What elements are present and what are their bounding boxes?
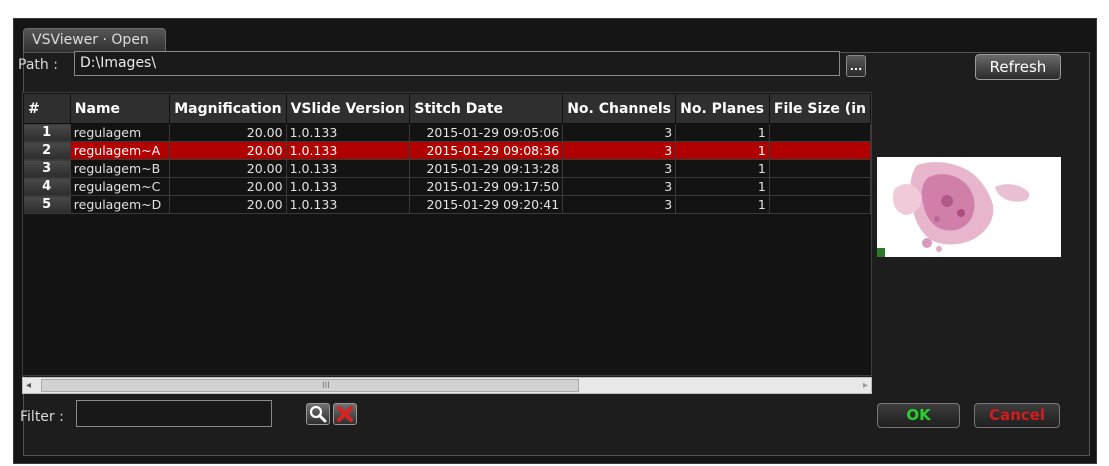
cell-stitch-date: 2015-01-29 09:20:41 (409, 195, 564, 214)
column-header-planes[interactable]: No. Planes (675, 93, 770, 124)
cell-stitch-date: 2015-01-29 09:17:50 (409, 177, 564, 196)
cell-channels: 3 (562, 159, 677, 178)
scroll-left-icon[interactable]: ◂ (26, 378, 31, 393)
cell-magnification: 20.00 (169, 159, 287, 178)
table-row[interactable]: 3 regulagem~B 20.00 1.0.133 2015-01-29 0… (23, 159, 871, 178)
path-label: Path : (18, 57, 58, 73)
cell-magnification: 20.00 (169, 141, 287, 160)
slide-thumbnail (877, 157, 1061, 257)
cell-version: 1.0.133 (286, 177, 411, 196)
cell-planes: 1 (675, 123, 770, 142)
cell-planes: 1 (675, 159, 770, 178)
cell-stitch-date: 2015-01-29 09:08:36 (409, 141, 564, 160)
cell-stitch-date: 2015-01-29 09:05:06 (409, 123, 564, 142)
filter-label: Filter : (20, 409, 64, 425)
clear-filter-button[interactable] (333, 403, 357, 425)
column-header-index[interactable]: # (23, 93, 71, 124)
cell-version: 1.0.133 (286, 159, 411, 178)
path-input[interactable]: D:\Images\ (74, 51, 840, 76)
cell-channels: 3 (562, 123, 677, 142)
cell-version: 1.0.133 (286, 141, 411, 160)
column-header-file-size[interactable]: File Size (in (768, 93, 871, 124)
search-icon (309, 405, 327, 423)
cell-magnification: 20.00 (169, 195, 287, 214)
column-header-magnification[interactable]: Magnification (169, 93, 287, 124)
table-row-selected[interactable]: 2 regulagem~A 20.00 1.0.133 2015-01-29 0… (23, 141, 871, 160)
scrollbar-grip-icon: III (322, 381, 330, 391)
cell-name: regulagem~A (70, 141, 171, 160)
row-index: 4 (23, 177, 71, 196)
browse-button[interactable]: ... (846, 55, 866, 77)
cell-file-size (769, 159, 871, 178)
table-row[interactable]: 5 regulagem~D 20.00 1.0.133 2015-01-29 0… (23, 195, 871, 214)
row-index: 1 (23, 123, 71, 142)
file-table-area: # Name Magnification VSlide Version Stit… (22, 92, 872, 376)
cell-channels: 3 (562, 195, 677, 214)
scrollbar-thumb[interactable]: III (41, 379, 579, 392)
cell-planes: 1 (675, 141, 770, 160)
column-header-version[interactable]: VSlide Version (285, 93, 411, 124)
cell-name: regulagem~B (70, 159, 171, 178)
cell-version: 1.0.133 (286, 195, 411, 214)
cell-planes: 1 (675, 195, 770, 214)
row-index: 5 (23, 195, 71, 214)
column-header-channels[interactable]: No. Channels (562, 93, 677, 124)
filter-input[interactable] (76, 400, 272, 427)
cell-file-size (769, 123, 871, 142)
search-button[interactable] (306, 403, 330, 425)
cell-file-size (769, 141, 871, 160)
window-title: VSViewer · Open (32, 32, 149, 48)
cell-channels: 3 (562, 141, 677, 160)
column-header-stitch-date[interactable]: Stitch Date (409, 93, 564, 124)
tissue-thumbnail-image (877, 157, 1061, 257)
row-index: 2 (23, 141, 71, 160)
cell-file-size (769, 195, 871, 214)
cell-name: regulagem~D (70, 195, 171, 214)
table-header-row: # Name Magnification VSlide Version Stit… (23, 93, 871, 124)
ok-button[interactable]: OK (877, 403, 960, 428)
cell-magnification: 20.00 (169, 177, 287, 196)
cell-magnification: 20.00 (169, 123, 287, 142)
cell-name: regulagem~C (70, 177, 171, 196)
column-header-name[interactable]: Name (69, 93, 171, 124)
cell-channels: 3 (562, 177, 677, 196)
cell-version: 1.0.133 (286, 123, 411, 142)
scroll-right-icon[interactable]: ▸ (863, 378, 868, 393)
cell-name: regulagem (70, 123, 171, 142)
cancel-button[interactable]: Cancel (974, 403, 1060, 428)
table-row[interactable]: 4 regulagem~C 20.00 1.0.133 2015-01-29 0… (23, 177, 871, 196)
title-tab: VSViewer · Open (23, 28, 166, 53)
cell-planes: 1 (675, 177, 770, 196)
clear-filter-icon (337, 406, 353, 422)
horizontal-scrollbar[interactable]: ◂ III ▸ (22, 377, 872, 394)
table-row[interactable]: 1 regulagem 20.00 1.0.133 2015-01-29 09:… (23, 123, 871, 142)
cell-stitch-date: 2015-01-29 09:13:28 (409, 159, 564, 178)
refresh-button[interactable]: Refresh (975, 54, 1061, 80)
file-table: # Name Magnification VSlide Version Stit… (23, 93, 871, 214)
row-index: 3 (23, 159, 71, 178)
cell-file-size (769, 177, 871, 196)
